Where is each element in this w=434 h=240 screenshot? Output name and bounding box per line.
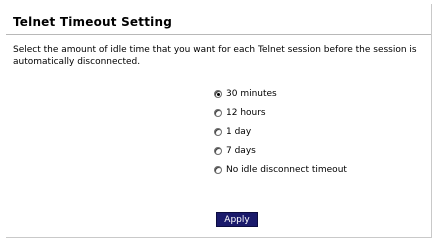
timeout-option-7-days[interactable]: 7 days	[214, 141, 347, 160]
timeout-option-12-hours[interactable]: 12 hours	[214, 103, 347, 122]
radio-30-minutes[interactable]	[214, 89, 222, 98]
radio-12-hours[interactable]	[214, 108, 222, 117]
apply-button[interactable]: Apply	[216, 212, 258, 227]
radio-1-day[interactable]	[214, 127, 222, 136]
timeout-option-1-day[interactable]: 1 day	[214, 122, 347, 141]
timeout-option-label: No idle disconnect timeout	[226, 164, 347, 175]
page-title: Telnet Timeout Setting	[13, 15, 172, 29]
page-description: Select the amount of idle time that you …	[13, 45, 417, 67]
radio-7-days[interactable]	[214, 146, 222, 155]
timeout-option-label: 12 hours	[226, 107, 266, 118]
timeout-option-label: 30 minutes	[226, 88, 277, 99]
timeout-option-no-idle[interactable]: No idle disconnect timeout	[214, 160, 347, 179]
title-divider	[6, 34, 431, 35]
timeout-options-group: 30 minutes 12 hours 1 day 7 days No idle…	[214, 84, 347, 179]
timeout-option-30-minutes[interactable]: 30 minutes	[214, 84, 347, 103]
timeout-option-label: 7 days	[226, 145, 256, 156]
radio-no-idle[interactable]	[214, 165, 222, 174]
timeout-option-label: 1 day	[226, 126, 252, 137]
